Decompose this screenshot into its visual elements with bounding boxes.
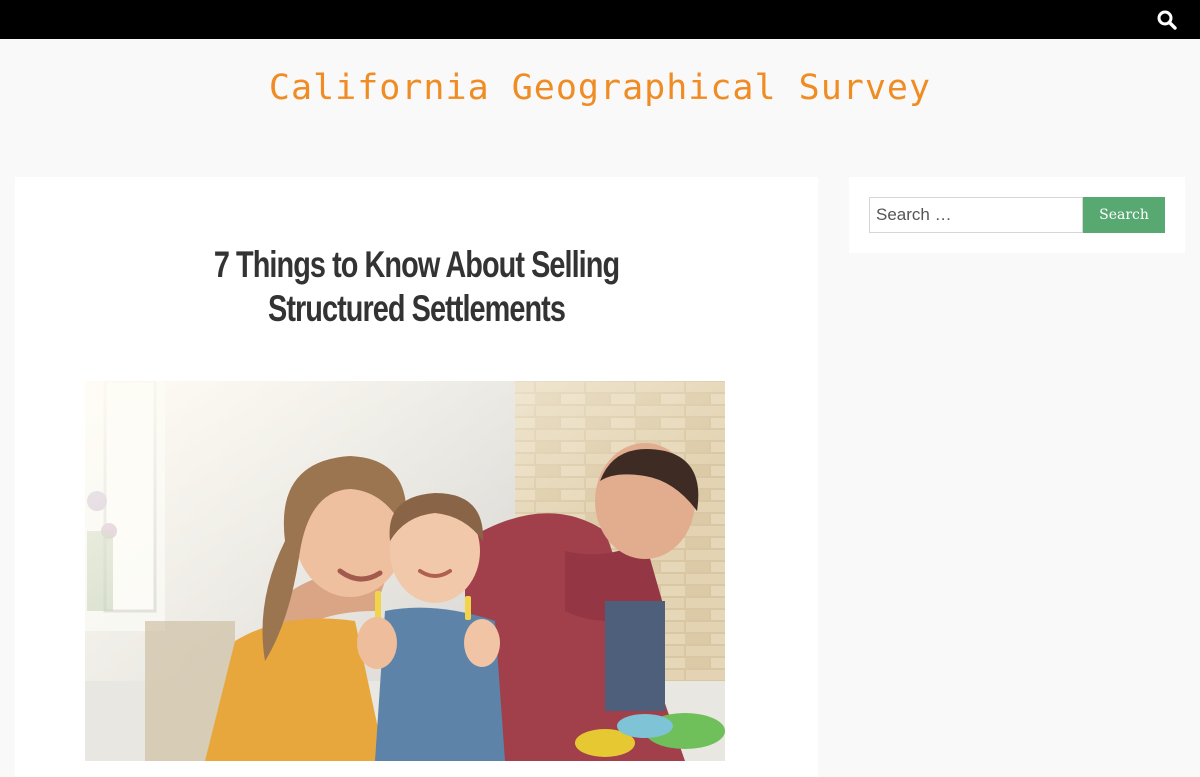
post-card: 7 Things to Know About Selling Structure…: [15, 177, 818, 777]
post-title[interactable]: 7 Things to Know About Selling Structure…: [158, 243, 675, 331]
search-icon[interactable]: [1156, 9, 1178, 31]
family-photo: [85, 381, 725, 761]
sidebar-search-widget: Search: [849, 177, 1185, 253]
post-featured-image[interactable]: [85, 381, 725, 761]
search-input[interactable]: [869, 197, 1083, 233]
search-button[interactable]: Search: [1083, 197, 1165, 233]
top-bar: [0, 0, 1200, 39]
site-title[interactable]: California Geographical Survey: [0, 68, 1200, 108]
site-title-link[interactable]: California Geographical Survey: [269, 68, 931, 108]
